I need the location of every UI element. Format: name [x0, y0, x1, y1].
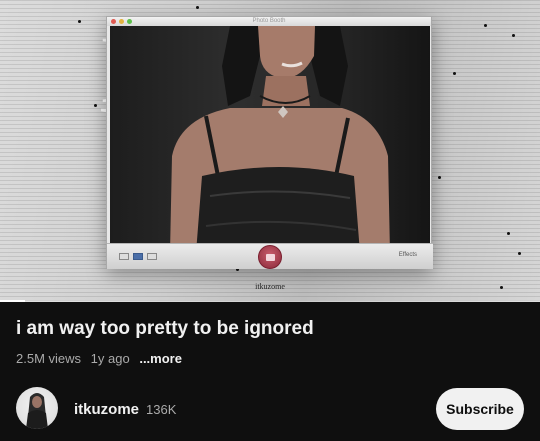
view-count: 2.5M views	[16, 351, 82, 366]
close-dot-icon	[111, 19, 116, 24]
window-title: Photo Booth	[252, 18, 286, 24]
dust-speck	[94, 104, 97, 107]
avatar-figure-icon	[26, 393, 48, 429]
dust-speck	[507, 232, 510, 235]
photo-booth-toolbar: Effects	[107, 243, 433, 269]
progress-bar[interactable]	[0, 300, 540, 302]
camera-shutter-icon	[258, 245, 282, 269]
grid-view-icon	[119, 253, 129, 260]
window-titlebar: Photo Booth	[107, 17, 431, 26]
effects-label: Effects	[398, 252, 417, 258]
dust-speck	[196, 6, 199, 9]
upload-age: 1y ago	[90, 351, 130, 366]
camera-viewport	[110, 26, 430, 253]
dust-speck	[518, 252, 521, 255]
more-link[interactable]: ...more	[139, 351, 182, 366]
dust-speck	[78, 20, 81, 23]
zoom-dot-icon	[127, 19, 132, 24]
video-watermark-channel: itkuzome	[255, 282, 285, 291]
dust-speck	[512, 34, 515, 37]
subscribe-button[interactable]: Subscribe	[436, 388, 524, 430]
photo-booth-window: Photo Booth Effects	[106, 16, 433, 269]
dust-speck	[438, 176, 441, 179]
person-figure	[170, 26, 390, 253]
minimize-dot-icon	[119, 19, 124, 24]
channel-name[interactable]: itkuzome	[74, 401, 139, 418]
progress-bar-fill	[0, 300, 26, 302]
filmstrip-view-icon	[147, 253, 157, 260]
video-title: i am way too pretty to be ignored	[16, 318, 314, 339]
subscriber-count: 136K	[146, 402, 177, 417]
avatar[interactable]	[16, 387, 58, 429]
dust-speck	[453, 72, 456, 75]
video-player[interactable]: N I V O Photo Booth	[0, 0, 540, 302]
single-view-icon	[133, 253, 143, 260]
video-meta: 2.5M views 1y ago ...more	[16, 351, 188, 366]
dust-speck	[484, 24, 487, 27]
channel-row: itkuzome 136K Subscribe	[16, 387, 524, 431]
